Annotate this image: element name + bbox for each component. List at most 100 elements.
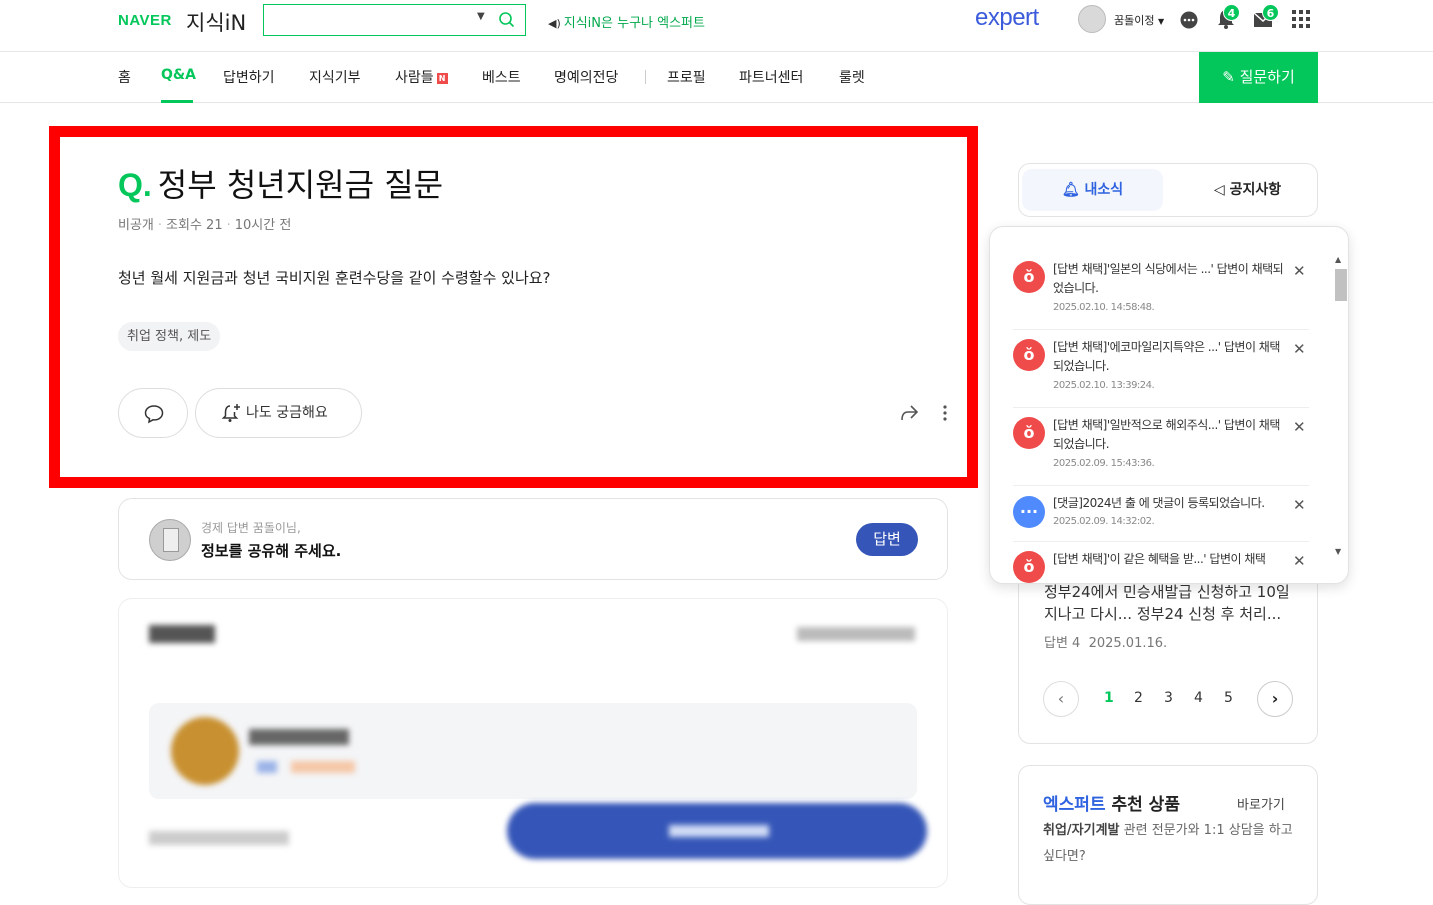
nav-qna[interactable]: Q&A bbox=[161, 67, 196, 83]
comment-icon bbox=[144, 405, 164, 424]
side-question-date: 2025.01.16. bbox=[1088, 636, 1168, 651]
nav-people[interactable]: 사람들 N bbox=[395, 67, 448, 87]
pagination-next-button[interactable]: › bbox=[1257, 681, 1293, 717]
expert-recommend-card: 엑스퍼트 추천 상품 바로가기 취업/자기계발 관련 전문가와 1:1 상담을 … bbox=[1018, 765, 1318, 905]
search-box: ▼ bbox=[263, 4, 526, 36]
username: 꿈돌이정 bbox=[1114, 14, 1155, 27]
close-icon[interactable]: ✕ bbox=[1293, 418, 1306, 436]
tab-my-news[interactable]: 🔔︎ 내소식 bbox=[1022, 169, 1163, 211]
question-meta: 비공개 · 조회수 21 · 10시간 전 bbox=[118, 218, 292, 233]
expert-card-description: 취업/자기계발 관련 전문가와 1:1 상담을 하고 싶다면? bbox=[1043, 818, 1303, 870]
notification-time: 2025.02.09. 15:43:36. bbox=[1053, 458, 1155, 469]
notification-item[interactable]: ŏ [답변 채택]'일반적으로 해외주식...' 답변이 채택되었습니다. 20… bbox=[1013, 416, 1309, 486]
side-tabs: 🔔︎ 내소식 ◁ 공지사항 bbox=[1018, 163, 1318, 217]
notification-text: [답변 채택]'이 같은 혜택을 받...' 답변이 채택 bbox=[1053, 552, 1266, 566]
blurred-heading bbox=[149, 625, 215, 643]
expert-card-title-rest: 추천 상품 bbox=[1111, 795, 1180, 815]
notification-item[interactable]: ŏ [답변 채택]'에코마일리지특약은 ...' 답변이 채택되었습니다. 20… bbox=[1013, 338, 1309, 408]
close-icon[interactable]: ✕ bbox=[1293, 552, 1306, 570]
expert-logo[interactable]: expert bbox=[975, 4, 1039, 32]
medal-icon: ŏ bbox=[1013, 261, 1045, 293]
tab-my-news-label: 내소식 bbox=[1084, 182, 1124, 198]
answer-prompt-subtitle: 경제 답변 꿈돌이님, bbox=[201, 521, 301, 535]
nav-best[interactable]: 베스트 bbox=[482, 67, 521, 87]
naver-logo[interactable]: NAVER bbox=[118, 12, 172, 29]
scroll-down-arrow-icon[interactable]: ▼ bbox=[1335, 547, 1341, 556]
answer-prompt-title: 정보를 공유해 주세요. bbox=[201, 542, 342, 560]
talk-icon[interactable] bbox=[1179, 10, 1199, 30]
search-icon[interactable] bbox=[498, 11, 515, 28]
question-title-text: 정부 청년지원금 질문 bbox=[157, 166, 444, 204]
side-question-meta: 답변 4 2025.01.16. bbox=[1044, 632, 1167, 651]
medal-icon: ŏ bbox=[1013, 551, 1045, 583]
me-too-curious-label: 나도 궁금해요 bbox=[246, 405, 328, 421]
notification-item[interactable]: ŏ [답변 채택]'이 같은 혜택을 받...' 답변이 채택 ✕ bbox=[1013, 550, 1309, 583]
notification-text: [답변 채택]'일본의 식당에서는 ...' 답변이 채택되었습니다. bbox=[1053, 262, 1284, 295]
username-menu[interactable]: 꿈돌이정 ▼ bbox=[1114, 12, 1164, 28]
blurred-answer-area bbox=[118, 598, 948, 888]
close-icon[interactable]: ✕ bbox=[1293, 340, 1306, 358]
avatar bbox=[149, 519, 191, 561]
notification-item[interactable]: ŏ [답변 채택]'일본의 식당에서는 ...' 답변이 채택되었습니다. 20… bbox=[1013, 260, 1309, 330]
nav-roulette[interactable]: 룰렛 bbox=[839, 67, 865, 87]
expert-card-shortcut-link[interactable]: 바로가기 bbox=[1237, 794, 1285, 813]
mail-count-badge: 6 bbox=[1262, 4, 1279, 21]
nav-divider bbox=[645, 70, 646, 84]
side-question-text[interactable]: 정부24에서 민승새발급 신청하고 10일 지나고 다시... 정부24 신청 … bbox=[1044, 581, 1304, 625]
top-bar: NAVER 지식iN ▼ ◀) 지식iN은 누구나 엑스퍼트 expert 꿈돌이… bbox=[0, 0, 1433, 52]
pagination-page[interactable]: 3 bbox=[1164, 690, 1173, 706]
pagination-page[interactable]: 5 bbox=[1224, 690, 1233, 706]
question-visibility: 비공개 bbox=[118, 218, 154, 233]
notification-text: [답변 채택]'일반적으로 해외주식...' 답변이 채택되었습니다. bbox=[1053, 418, 1280, 451]
tab-notice[interactable]: ◁ 공지사항 bbox=[1179, 169, 1316, 211]
close-icon[interactable]: ✕ bbox=[1293, 262, 1306, 280]
notification-popup: ŏ [답변 채택]'일본의 식당에서는 ...' 답변이 채택되었습니다. 20… bbox=[989, 226, 1349, 584]
ask-question-label: 질문하기 bbox=[1239, 68, 1295, 86]
share-icon[interactable] bbox=[899, 403, 919, 423]
pagination-page[interactable]: 2 bbox=[1134, 690, 1143, 706]
expert-card-category: 취업/자기계발 bbox=[1043, 823, 1120, 838]
apps-grid-icon[interactable] bbox=[1292, 10, 1310, 28]
side-question-answers: 답변 4 bbox=[1044, 636, 1081, 651]
pencil-icon: ✎ bbox=[1222, 68, 1235, 86]
close-icon[interactable]: ✕ bbox=[1293, 496, 1306, 514]
scrollbar-thumb[interactable] bbox=[1335, 269, 1347, 301]
nav-profile[interactable]: 프로필 bbox=[667, 67, 706, 87]
scroll-up-arrow-icon[interactable]: ▲ bbox=[1335, 255, 1341, 264]
nav-hall-of-fame[interactable]: 명예의전당 bbox=[554, 67, 618, 87]
more-options-icon[interactable] bbox=[940, 403, 950, 423]
notification-time: 2025.02.09. 14:32:02. bbox=[1053, 516, 1155, 527]
blurred-name bbox=[249, 729, 349, 745]
nav-people-label: 사람들 bbox=[395, 70, 434, 86]
side-question-list: 정부24에서 민승새발급 신청하고 10일 지나고 다시... 정부24 신청 … bbox=[1018, 560, 1318, 744]
nav-answer[interactable]: 답변하기 bbox=[223, 67, 275, 87]
search-input[interactable] bbox=[270, 9, 470, 31]
speaker-icon: ◀) bbox=[548, 17, 561, 30]
expert-card-title: 엑스퍼트 추천 상품 bbox=[1043, 790, 1180, 815]
pagination-page[interactable]: 1 bbox=[1104, 690, 1114, 706]
question-title: Q. 정부 청년지원금 질문 bbox=[118, 160, 443, 206]
blurred-avatar bbox=[171, 717, 239, 785]
chevron-down-icon[interactable]: ▼ bbox=[477, 11, 485, 22]
blurred-button bbox=[507, 803, 927, 859]
notification-text: [답변 채택]'에코마일리지특약은 ...' 답변이 채택되었습니다. bbox=[1053, 340, 1280, 373]
pagination-prev-button[interactable]: ‹ bbox=[1043, 681, 1079, 717]
answer-button[interactable]: 답변 bbox=[856, 523, 918, 556]
me-too-curious-button[interactable]: 나도 궁금해요 bbox=[195, 388, 362, 438]
question-views: 조회수 21 bbox=[166, 218, 223, 233]
nav-home[interactable]: 홈 bbox=[118, 67, 131, 87]
promo-text: 지식iN은 누구나 엑스퍼트 bbox=[563, 16, 705, 31]
nav-partner-center[interactable]: 파트너센터 bbox=[739, 67, 803, 87]
nav-donation[interactable]: 지식기부 bbox=[309, 67, 361, 87]
pagination-page[interactable]: 4 bbox=[1194, 690, 1203, 706]
tab-notice-label: 공지사항 bbox=[1229, 182, 1282, 198]
comment-button[interactable] bbox=[118, 388, 188, 438]
jisikin-logo[interactable]: 지식iN bbox=[186, 7, 246, 37]
question-tag[interactable]: 취업 정책, 제도 bbox=[118, 322, 221, 351]
notification-item[interactable]: ··· [댓글]2024년 출 에 댓글이 등록되었습니다. 2025.02.0… bbox=[1013, 494, 1309, 542]
expert-card-title-brand: 엑스퍼트 bbox=[1043, 795, 1106, 815]
expert-promo-link[interactable]: ◀) 지식iN은 누구나 엑스퍼트 bbox=[548, 12, 705, 31]
avatar[interactable] bbox=[1078, 5, 1106, 33]
megaphone-icon: ◁ bbox=[1213, 182, 1225, 198]
ask-question-button[interactable]: ✎ 질문하기 bbox=[1199, 52, 1318, 103]
